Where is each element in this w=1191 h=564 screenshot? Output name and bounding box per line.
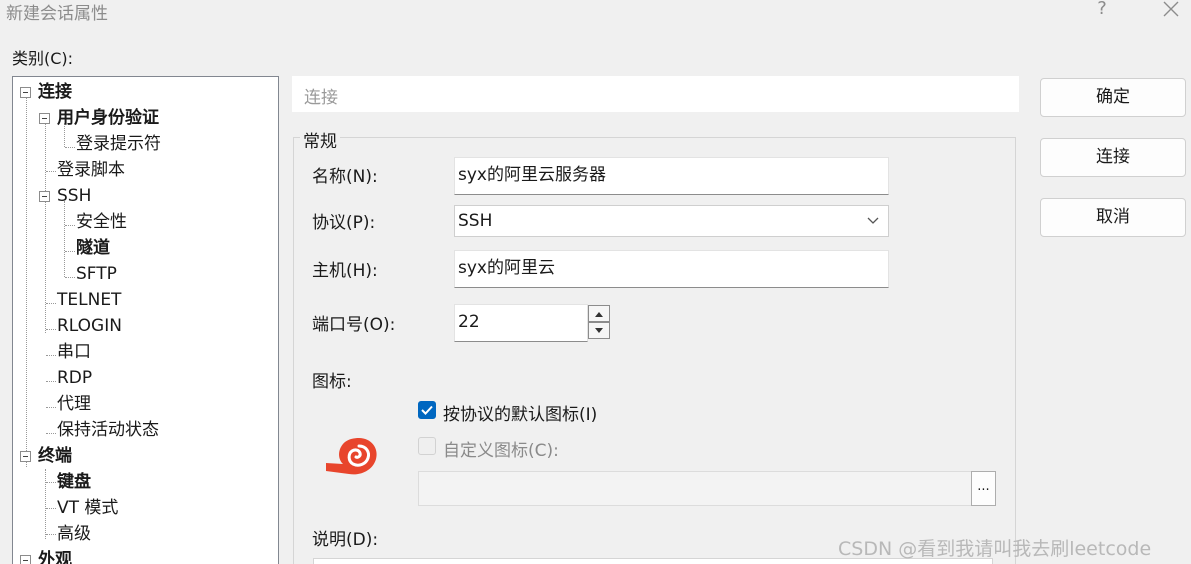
tree-item-telnet[interactable]: TELNET — [57, 287, 121, 313]
protocol-label: 协议(P): — [312, 213, 376, 233]
tree-item-keep-alive[interactable]: 保持活动状态 — [57, 417, 159, 443]
tree-line — [46, 355, 56, 356]
collapse-icon[interactable] — [39, 191, 50, 202]
tree-item-rlogin[interactable]: RLOGIN — [57, 313, 122, 339]
tree-line — [65, 225, 75, 226]
tree-item-sftp[interactable]: SFTP — [76, 261, 117, 287]
tree-line — [45, 123, 46, 333]
host-field[interactable]: syx的阿里云 — [454, 250, 889, 288]
tree-item-security[interactable]: 安全性 — [76, 209, 127, 235]
collapse-icon[interactable] — [39, 113, 50, 124]
tree-line — [46, 534, 56, 535]
tree-item-terminal[interactable]: 终端 — [38, 443, 72, 469]
ok-button[interactable]: 确定 — [1040, 78, 1186, 117]
protocol-select[interactable]: SSH — [454, 205, 889, 237]
window-title: 新建会话属性 — [6, 4, 108, 24]
tree-item-user-auth[interactable]: 用户身份验证 — [57, 105, 159, 131]
arrow-up-icon — [595, 312, 603, 317]
protocol-value: SSH — [458, 211, 493, 231]
tree-item-serial[interactable]: 串口 — [57, 339, 91, 365]
tree-line — [65, 147, 75, 148]
section-title: 连接 — [304, 88, 338, 108]
cancel-button[interactable]: 取消 — [1040, 198, 1186, 237]
tree-line — [45, 469, 46, 539]
checkmark-icon — [421, 405, 433, 415]
port-decrement-button[interactable] — [588, 322, 610, 339]
collapse-icon[interactable] — [20, 555, 31, 564]
watermark: CSDN @看到我请叫我去刷leetcode — [838, 538, 1152, 560]
tree-line — [65, 277, 75, 278]
tree-item-vt-mode[interactable]: VT 模式 — [57, 495, 118, 521]
tree-item-appearance[interactable]: 外观 — [38, 547, 72, 564]
tree-line — [46, 407, 56, 408]
tree-item-connection[interactable]: 连接 — [38, 79, 72, 105]
title-bar: 新建会话属性 ? — [0, 0, 1191, 28]
collapse-icon[interactable] — [20, 87, 31, 98]
section-header: 连接 — [292, 76, 1019, 112]
tree-item-rdp[interactable]: RDP — [57, 365, 92, 391]
category-tree[interactable]: 连接 用户身份验证 登录提示符 登录脚本 SSH 安全性 隧道 SFTP TEL… — [12, 76, 279, 564]
name-field[interactable]: syx的阿里云服务器 — [454, 157, 889, 195]
tree-item-tunneling[interactable]: 隧道 — [76, 235, 110, 261]
ssh-protocol-icon — [326, 438, 377, 475]
tree-line — [46, 508, 56, 509]
port-field[interactable]: 22 — [454, 304, 588, 342]
tree-item-login-scripts[interactable]: 登录脚本 — [57, 157, 125, 183]
tree-item-login-prompts[interactable]: 登录提示符 — [76, 131, 161, 157]
general-legend: 常规 — [300, 127, 340, 152]
tree-line — [26, 97, 27, 467]
tree-line — [46, 482, 56, 483]
tree-line — [64, 201, 65, 277]
default-icon-checkbox[interactable] — [418, 401, 436, 419]
icon-label: 图标: — [312, 372, 352, 392]
custom-icon-checkbox[interactable] — [418, 437, 436, 455]
custom-icon-label: 自定义图标(C): — [443, 441, 559, 461]
collapse-icon[interactable] — [20, 451, 31, 462]
chevron-down-icon — [867, 217, 879, 224]
tree-item-keyboard[interactable]: 键盘 — [57, 469, 91, 495]
default-icon-label[interactable]: 按协议的默认图标(I) — [443, 400, 597, 425]
tree-item-proxy[interactable]: 代理 — [57, 391, 91, 417]
port-increment-button[interactable] — [588, 305, 610, 322]
help-button[interactable]: ? — [1090, 0, 1114, 22]
description-label: 说明(D): — [312, 530, 379, 550]
name-label: 名称(N): — [312, 167, 378, 187]
tree-line — [46, 381, 56, 382]
tree-line — [65, 251, 75, 252]
custom-icon-path-field — [418, 471, 972, 506]
tree-line — [46, 171, 56, 172]
arrow-down-icon — [595, 328, 603, 333]
tree-line — [46, 303, 56, 304]
browse-button: ... — [971, 471, 996, 506]
tree-item-ssh[interactable]: SSH — [57, 183, 91, 209]
tree-item-advanced[interactable]: 高级 — [57, 521, 91, 547]
connect-button[interactable]: 连接 — [1040, 138, 1186, 177]
tree-line — [46, 433, 56, 434]
tree-line — [46, 329, 56, 330]
port-label: 端口号(O): — [312, 315, 396, 335]
close-icon — [1163, 1, 1179, 17]
category-label: 类别(C): — [12, 49, 74, 68]
close-button[interactable] — [1158, 0, 1186, 24]
host-label: 主机(H): — [312, 261, 378, 281]
